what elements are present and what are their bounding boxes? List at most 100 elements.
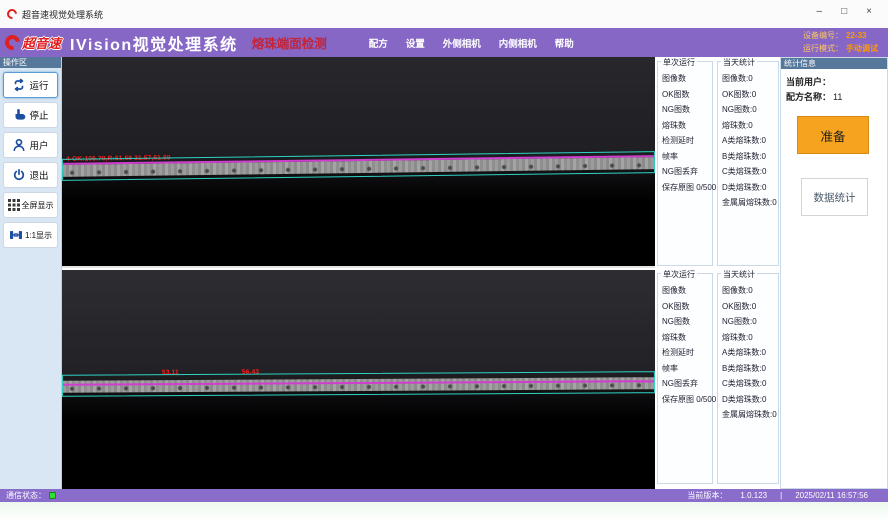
stat-row: 金属屑熔珠数:0 <box>722 195 778 211</box>
stop-hand-icon <box>12 108 26 122</box>
current-user-label: 当前用户： <box>786 77 831 87</box>
power-icon <box>12 168 26 182</box>
minimize-button[interactable]: – <box>817 5 823 19</box>
stat-row: 熔珠数:0 <box>722 118 778 134</box>
version-value: 1.0.123 <box>740 491 767 500</box>
main-menu: 配方 设置 外侧相机 内侧相机 帮助 <box>369 36 574 50</box>
brand-name: 超音速 <box>22 33 61 52</box>
run-mode-label: 运行模式： <box>803 44 843 53</box>
prepare-button[interactable]: 准备 <box>797 116 869 154</box>
one-to-one-button-label: 1:1显示 <box>25 230 52 241</box>
stat-row: 图像数 <box>662 71 712 87</box>
stat-row: NG图丢弃 <box>662 164 712 180</box>
stat-row: 保存原图 0/500 <box>662 392 712 408</box>
stat-row: NG图数:0 <box>722 102 778 118</box>
data-statistics-button[interactable]: 数据统计 <box>801 178 868 216</box>
stat-row: 检测延时 <box>662 345 712 361</box>
menu-item[interactable]: 设置 <box>406 36 425 50</box>
window-controls: – □ × <box>817 5 872 19</box>
run-button[interactable]: 运行 <box>3 72 58 98</box>
groupbox-title: 单次运行 <box>661 269 697 280</box>
recipe-name-row: 配方名称：11 <box>786 90 882 105</box>
stat-row: 检测延时 <box>662 133 712 149</box>
close-button[interactable]: × <box>866 5 872 19</box>
stat-row: 金属屑熔珠数:0 <box>722 407 778 423</box>
weld-strip-bottom: 53.11 56.43 <box>62 371 655 397</box>
fullscreen-button-label: 全屏显示 <box>22 200 54 211</box>
one-to-one-button[interactable]: 1:1显示 <box>3 222 58 248</box>
datetime-value: 2025/02/11 16:57:56 <box>795 491 868 500</box>
stat-row: NG图丢弃 <box>662 376 712 392</box>
today-stats-panel-bottom: 当天统计 图像数:0OK图数:0NG图数:0熔珠数:0A类熔珠数:0B类熔珠数:… <box>717 273 779 484</box>
stat-row: OK图数 <box>662 299 712 315</box>
statistics-info-panel: 统计信息 当前用户： 配方名称：11 准备 数据统计 <box>780 57 888 489</box>
stat-row: OK图数 <box>662 87 712 103</box>
menu-item[interactable]: 配方 <box>369 36 388 50</box>
groupbox-title: 当天统计 <box>721 269 757 280</box>
device-number-label: 设备编号： <box>803 31 843 40</box>
window-title: 超音速视觉处理系统 <box>22 8 103 21</box>
stat-row: 保存原图 0/500 <box>662 180 712 196</box>
stat-row: B类熔珠数:0 <box>722 361 778 377</box>
run-icon <box>12 78 26 92</box>
fullscreen-button[interactable]: 全屏显示 <box>3 192 58 218</box>
stat-row: 图像数 <box>662 283 712 299</box>
stat-row: B类熔珠数:0 <box>722 149 778 165</box>
current-user-row: 当前用户： <box>786 75 882 90</box>
device-info: 设备编号：22-33 运行模式：手动调试 <box>803 30 878 55</box>
status-bar: 通信状态： 当前版本： 1.0.123 | 2025/02/11 16:57:5… <box>0 489 888 502</box>
stat-row: 帧率 <box>662 149 712 165</box>
app-header: 超音速 IVision视觉处理系统 熔珠端面检测 配方设置外侧相机内侧相机帮助 … <box>0 28 888 57</box>
sidebar-title: 操作区 <box>0 57 61 68</box>
today-stats-panel-top: 当天统计 图像数:0OK图数:0NG图数:0熔珠数:0A类熔珠数:0B类熔珠数:… <box>717 61 779 266</box>
maximize-button[interactable]: □ <box>841 5 847 19</box>
run-mode-row: 运行模式：手动调试 <box>803 43 878 56</box>
groupbox-title: 当天统计 <box>721 57 757 68</box>
stat-row: OK图数:0 <box>722 87 778 103</box>
stat-row: 图像数:0 <box>722 71 778 87</box>
run-mode-value: 手动调试 <box>846 44 878 53</box>
info-panel-title: 统计信息 <box>781 58 887 69</box>
comm-status-ok-icon <box>49 492 56 499</box>
outer-camera-viewport: 4-OK:105.70,R:61.69 31.57,61.69 <box>62 57 655 268</box>
separator: | <box>780 491 782 500</box>
menu-item[interactable]: 内侧相机 <box>499 36 537 50</box>
recipe-name-value: 11 <box>833 92 842 102</box>
device-number-row: 设备编号：22-33 <box>803 30 878 43</box>
stat-row: D类熔珠数:0 <box>722 180 778 196</box>
recipe-name-label: 配方名称： <box>786 92 831 102</box>
device-number-value: 22-33 <box>846 31 866 40</box>
task-subtitle: 熔珠端面检测 <box>252 33 327 52</box>
stop-button-label: 停止 <box>29 108 48 122</box>
stat-row: NG图数:0 <box>722 314 778 330</box>
menu-item[interactable]: 外侧相机 <box>443 36 481 50</box>
brand-logo-icon <box>2 32 23 53</box>
inner-camera-viewport: 53.11 56.43 <box>62 270 655 489</box>
stat-row: C类熔珠数:0 <box>722 376 778 392</box>
stat-row: 熔珠数:0 <box>722 330 778 346</box>
stat-row: A类熔珠数:0 <box>722 133 778 149</box>
run-button-label: 运行 <box>29 78 48 92</box>
user-icon <box>12 138 26 152</box>
stat-row: 图像数:0 <box>722 283 778 299</box>
version-datetime: 当前版本： 1.0.123 | 2025/02/11 16:57:56 <box>687 490 882 501</box>
stat-row: OK图数:0 <box>722 299 778 315</box>
stat-row: 帧率 <box>662 361 712 377</box>
stop-button[interactable]: 停止 <box>3 102 58 128</box>
version-label: 当前版本： <box>687 490 727 501</box>
comm-status-label: 通信状态： <box>6 490 46 501</box>
desktop-edge-strip <box>0 502 888 522</box>
app-logo-icon <box>5 7 19 21</box>
exit-button[interactable]: 退出 <box>3 162 58 188</box>
menu-item[interactable]: 帮助 <box>555 36 574 50</box>
stat-row: NG图数 <box>662 102 712 118</box>
exit-button-label: 退出 <box>29 168 48 182</box>
fullscreen-grid-icon <box>8 199 20 211</box>
stat-row: 熔珠数 <box>662 118 712 134</box>
page-title: IVision视觉处理系统 <box>70 31 238 55</box>
single-run-panel-bottom: 单次运行 图像数OK图数NG图数熔珠数检测延时帧率NG图丢弃保存原图 0/500 <box>657 273 713 484</box>
one-to-one-icon <box>9 228 23 242</box>
stat-row: C类熔珠数:0 <box>722 164 778 180</box>
user-button[interactable]: 用户 <box>3 132 58 158</box>
single-run-panel-top: 单次运行 图像数OK图数NG图数熔珠数检测延时帧率NG图丢弃保存原图 0/500 <box>657 61 713 266</box>
